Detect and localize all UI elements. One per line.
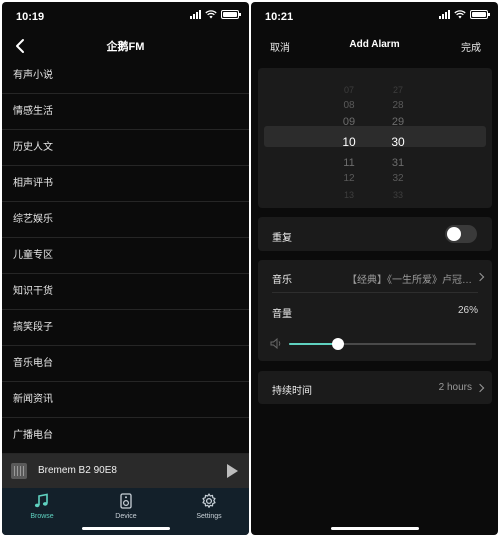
hour-option: 13 bbox=[343, 190, 354, 200]
music-row[interactable]: 音乐 【经典】《一生所爱》卢冠… bbox=[258, 260, 492, 292]
tab-bar: Browse Device Settings bbox=[2, 488, 249, 535]
status-time: 10:19 bbox=[16, 11, 45, 23]
category-item[interactable]: 综艺娱乐 bbox=[2, 202, 249, 238]
signal-icon bbox=[190, 10, 201, 19]
tab-label: Settings bbox=[196, 513, 222, 520]
nav-bar: 取消 Add Alarm 完成 bbox=[251, 30, 498, 60]
volume-slider-thumb[interactable] bbox=[331, 338, 344, 350]
minute-option: 28 bbox=[392, 100, 404, 111]
minute-option: 32 bbox=[392, 173, 404, 184]
category-item[interactable]: 搞笑段子 bbox=[2, 310, 249, 346]
category-item[interactable]: 广播电台 bbox=[2, 418, 249, 454]
category-item[interactable]: 知识干货 bbox=[2, 274, 249, 310]
battery-icon bbox=[470, 10, 490, 19]
sound-card: 音乐 【经典】《一生所爱》卢冠… 音量 26% bbox=[258, 260, 492, 361]
category-item[interactable]: 儿童专区 bbox=[2, 238, 249, 274]
picker-selection-band bbox=[264, 126, 486, 147]
repeat-row: 重复 bbox=[258, 217, 492, 251]
hour-wheel[interactable]: 07 08 09 10 11 12 13 bbox=[334, 82, 364, 203]
chevron-right-icon bbox=[475, 383, 485, 393]
status-icons bbox=[439, 10, 490, 19]
category-item[interactable]: 新闻资讯 bbox=[2, 382, 249, 418]
minute-option: 33 bbox=[392, 190, 403, 200]
tab-browse[interactable]: Browse bbox=[12, 492, 72, 520]
speaker-icon bbox=[120, 493, 132, 509]
hour-option: 07 bbox=[343, 85, 354, 95]
duration-value: 2 hours bbox=[438, 382, 472, 393]
selected-minute: 30 bbox=[391, 135, 405, 149]
minute-option: 29 bbox=[391, 116, 405, 128]
play-icon[interactable] bbox=[227, 464, 238, 478]
battery-icon bbox=[221, 10, 241, 19]
toggle-knob bbox=[447, 227, 461, 241]
tab-device[interactable]: Device bbox=[96, 492, 156, 520]
tab-label: Device bbox=[115, 513, 137, 520]
category-item[interactable]: 有声小说 bbox=[2, 58, 249, 94]
repeat-label: 重复 bbox=[272, 233, 292, 244]
device-thumbnail bbox=[11, 463, 27, 479]
done-button[interactable]: 完成 bbox=[461, 39, 481, 54]
volume-slider-fill bbox=[289, 343, 338, 345]
divider bbox=[272, 292, 478, 293]
category-item[interactable]: 相声评书 bbox=[2, 166, 249, 202]
minute-wheel[interactable]: 27 28 29 30 31 32 33 bbox=[383, 82, 413, 203]
home-indicator bbox=[330, 527, 419, 530]
hour-option: 09 bbox=[342, 116, 356, 128]
volume-label: 音量 bbox=[272, 309, 292, 320]
category-item[interactable]: 情感生活 bbox=[2, 94, 249, 130]
repeat-toggle[interactable] bbox=[445, 225, 477, 243]
status-bar: 10:21 bbox=[251, 2, 498, 30]
speaker-volume-icon bbox=[270, 338, 281, 349]
page-title: 企鹅FM bbox=[106, 41, 145, 53]
tab-settings[interactable]: Settings bbox=[179, 492, 239, 520]
music-note-icon bbox=[34, 493, 48, 508]
duration-row[interactable]: 持续时间 2 hours bbox=[258, 371, 492, 404]
category-item[interactable]: 历史人文 bbox=[2, 130, 249, 166]
duration-label: 持续时间 bbox=[272, 386, 312, 397]
volume-value: 26% bbox=[457, 305, 478, 316]
add-alarm-screen: 10:21 取消 Add Alarm 完成 07 08 09 10 11 12 … bbox=[251, 2, 498, 535]
selected-hour: 10 bbox=[342, 135, 356, 149]
tab-label: Browse bbox=[30, 513, 54, 520]
status-icons bbox=[190, 10, 241, 19]
music-value: 【经典】《一生所爱》卢冠… bbox=[347, 275, 472, 286]
wifi-icon bbox=[205, 10, 217, 19]
time-picker: 07 08 09 10 11 12 13 27 28 29 30 31 32 3… bbox=[258, 68, 492, 208]
wifi-icon bbox=[454, 10, 466, 19]
minute-option: 27 bbox=[392, 85, 403, 95]
category-item[interactable]: 音乐电台 bbox=[2, 346, 249, 382]
home-indicator bbox=[81, 527, 170, 530]
browse-screen: 10:19 企鹅FM 有声小说 情感生活 历史人文 相声评书 综艺娱乐 儿童专区… bbox=[2, 2, 249, 535]
device-name: Bremem B2 90E8 bbox=[38, 465, 117, 476]
hour-option: 11 bbox=[343, 157, 355, 169]
music-label: 音乐 bbox=[272, 275, 292, 286]
chevron-right-icon bbox=[475, 272, 485, 282]
status-bar: 10:19 bbox=[2, 2, 249, 30]
hour-option: 12 bbox=[343, 173, 355, 184]
hour-option: 08 bbox=[343, 100, 355, 111]
minute-option: 31 bbox=[391, 157, 405, 169]
signal-icon bbox=[439, 10, 450, 19]
gear-icon bbox=[202, 493, 216, 508]
mini-player[interactable]: Bremem B2 90E8 bbox=[2, 454, 249, 488]
category-list: 有声小说 情感生活 历史人文 相声评书 综艺娱乐 儿童专区 知识干货 搞笑段子 … bbox=[2, 58, 249, 454]
status-time: 10:21 bbox=[265, 11, 294, 23]
volume-slider[interactable] bbox=[289, 338, 476, 350]
